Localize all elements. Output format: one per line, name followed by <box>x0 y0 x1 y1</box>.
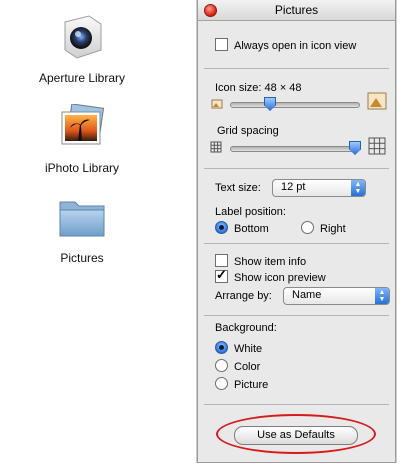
small-picture-icon <box>211 99 223 109</box>
label-position-label: Label position: <box>215 206 286 218</box>
grid-spacing-slider-track[interactable] <box>230 146 360 152</box>
arrange-by-label: Arrange by: <box>215 290 272 302</box>
arrange-by-popup[interactable]: Name ▲ ▼ <box>283 287 390 305</box>
tight-grid-icon <box>210 141 222 153</box>
large-picture-icon <box>367 92 387 110</box>
pictures-folder-item[interactable]: Pictures <box>12 196 152 265</box>
separator <box>204 315 389 316</box>
icon-size-slider-knob[interactable] <box>264 97 276 111</box>
show-item-info-row[interactable]: Show item info <box>215 254 306 268</box>
always-open-row[interactable]: Always open in icon view <box>215 38 356 52</box>
text-size-value: 12 pt <box>281 181 306 193</box>
aperture-library-icon <box>64 15 102 59</box>
folder-icon <box>59 201 105 237</box>
text-size-label: Text size: <box>215 182 261 194</box>
iphoto-library-label: iPhoto Library <box>44 161 120 175</box>
background-label: Background: <box>215 322 277 334</box>
always-open-checkbox[interactable] <box>215 38 228 51</box>
highlight-oval <box>216 414 376 454</box>
aperture-library-label: Aperture Library <box>38 71 126 85</box>
panel-title: Pictures <box>274 3 319 17</box>
show-icon-preview-checkbox[interactable] <box>215 267 228 283</box>
background-white-option[interactable]: White <box>215 341 262 355</box>
icon-size-slider-track[interactable] <box>230 102 360 108</box>
show-item-info-checkbox[interactable] <box>215 254 228 267</box>
white-radio[interactable] <box>215 341 228 354</box>
label-position-right-option[interactable]: Right <box>301 221 346 235</box>
popup-arrows-icon: ▲ ▼ <box>375 288 389 304</box>
show-icon-preview-label: Show icon preview <box>234 272 326 284</box>
show-item-info-label: Show item info <box>234 256 307 268</box>
separator <box>204 243 389 244</box>
iphoto-library-icon <box>61 103 105 145</box>
bottom-radio[interactable] <box>215 221 228 234</box>
separator <box>204 68 389 69</box>
arrange-by-value: Name <box>292 289 322 301</box>
picture-radio[interactable] <box>215 377 228 390</box>
right-radio-label: Right <box>320 223 346 235</box>
wide-grid-icon <box>368 137 386 155</box>
background-color-option[interactable]: Color <box>215 359 260 373</box>
iphoto-library-item[interactable]: iPhoto Library <box>12 103 152 175</box>
aperture-library-item[interactable]: Aperture Library <box>12 12 152 85</box>
color-radio-label: Color <box>234 361 261 373</box>
color-radio[interactable] <box>215 359 228 372</box>
pictures-label: Pictures <box>60 251 104 265</box>
always-open-label: Always open in icon view <box>234 40 357 52</box>
label-position-bottom-option[interactable]: Bottom <box>215 221 269 235</box>
grid-spacing-slider-knob[interactable] <box>349 141 361 155</box>
popup-arrows-icon: ▲ ▼ <box>351 180 365 196</box>
icon-size-label: Icon size: 48 × 48 <box>215 82 302 94</box>
separator <box>204 168 389 169</box>
separator <box>204 404 389 405</box>
show-icon-preview-row[interactable]: Show icon preview <box>215 267 326 284</box>
background-picture-option[interactable]: Picture <box>215 377 268 391</box>
picture-radio-label: Picture <box>234 379 269 391</box>
bottom-radio-label: Bottom <box>234 223 269 235</box>
white-radio-label: White <box>234 343 263 355</box>
view-options-panel: Pictures Always open in icon view Icon s… <box>197 0 396 463</box>
right-radio[interactable] <box>301 221 314 234</box>
panel-titlebar[interactable]: Pictures <box>198 0 395 21</box>
text-size-popup[interactable]: 12 pt ▲ ▼ <box>272 179 366 197</box>
grid-spacing-label: Grid spacing <box>217 125 279 137</box>
